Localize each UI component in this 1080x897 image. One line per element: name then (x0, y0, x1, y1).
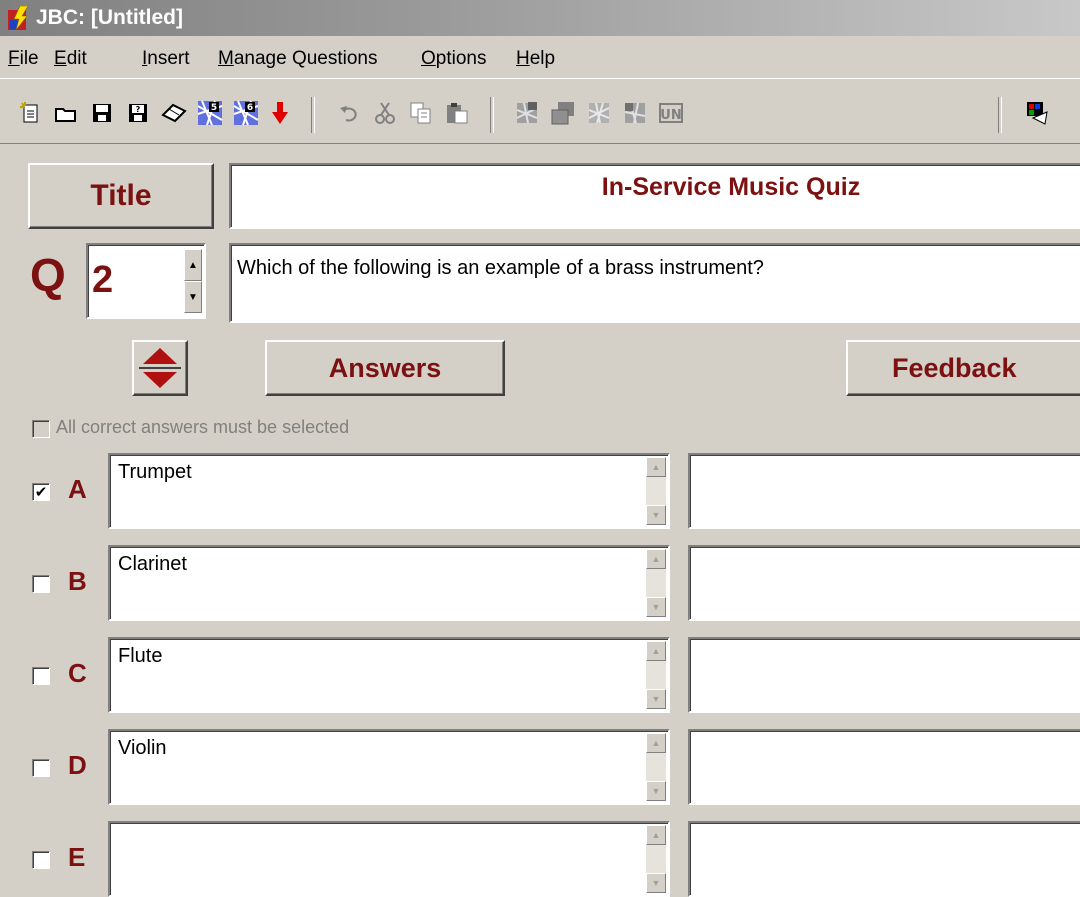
feedback-text-field[interactable] (688, 729, 1080, 805)
question-number-spinner[interactable]: 2 ▲ ▼ (86, 243, 206, 319)
answer-correct-checkbox[interactable] (32, 759, 50, 777)
export-5-icon[interactable]: 5 (196, 99, 224, 127)
menu-options[interactable]: Options (421, 48, 486, 70)
scroll-down-icon[interactable]: ▼ (646, 873, 666, 893)
menu-insert[interactable]: Insert (142, 48, 190, 70)
scroll-down-icon[interactable]: ▼ (646, 597, 666, 617)
scroll-down-icon[interactable]: ▼ (646, 781, 666, 801)
feedback-text-field[interactable] (688, 637, 1080, 713)
toolbar-separator (311, 97, 315, 133)
toolbar-separator (998, 97, 1002, 133)
answer-scrollbar[interactable]: ▲ ▼ (646, 825, 666, 893)
all-correct-checkbox[interactable] (32, 420, 50, 438)
answer-text-field[interactable]: Flute ▲ ▼ (108, 637, 670, 713)
scroll-up-icon[interactable]: ▲ (646, 457, 666, 477)
down-arrow-icon[interactable] (266, 99, 294, 127)
answer-text-field[interactable]: Clarinet ▲ ▼ (108, 545, 670, 621)
answer-scrollbar[interactable]: ▲ ▼ (646, 549, 666, 617)
title-bar: JBC: [Untitled] (0, 0, 1080, 36)
tool-c-icon[interactable] (585, 99, 613, 127)
answer-text-field[interactable]: ▲ ▼ (108, 821, 670, 897)
answer-text-field[interactable]: Trumpet ▲ ▼ (108, 453, 670, 529)
feedback-text (690, 455, 706, 467)
answer-letter: C (68, 658, 87, 688)
tool-e-icon[interactable]: UN (657, 99, 685, 127)
tool-f-icon[interactable] (1022, 99, 1050, 127)
menu-manage-questions[interactable]: Manage Questions (218, 48, 378, 70)
svg-text:6: 6 (247, 103, 253, 113)
feedback-text (690, 547, 706, 559)
tool-b-icon[interactable] (549, 99, 577, 127)
up-down-arrows-icon (139, 348, 181, 388)
answer-scrollbar[interactable]: ▲ ▼ (646, 641, 666, 709)
scroll-down-icon[interactable]: ▼ (646, 689, 666, 709)
toolbar: ? 5 6 UN (0, 78, 1080, 144)
feedback-text-field[interactable] (688, 545, 1080, 621)
toolbar-separator (490, 97, 494, 133)
answer-text-field[interactable]: Violin ▲ ▼ (108, 729, 670, 805)
answers-button[interactable]: Answers (265, 340, 505, 396)
scroll-up-icon[interactable]: ▲ (646, 825, 666, 845)
all-correct-label: All correct answers must be selected (56, 417, 350, 437)
svg-text:?: ? (136, 105, 141, 114)
answer-correct-checkbox[interactable] (32, 851, 50, 869)
scroll-down-icon[interactable]: ▼ (646, 505, 666, 525)
answer-correct-checkbox[interactable] (32, 667, 50, 685)
title-value: In-Service Music Quiz (601, 173, 861, 201)
copy-icon[interactable] (407, 99, 435, 127)
answer-text (110, 823, 126, 835)
question-text-field[interactable]: Which of the following is an example of … (229, 243, 1080, 323)
menu-edit[interactable]: Edit (54, 48, 87, 70)
scroll-up-icon[interactable]: ▲ (646, 549, 666, 569)
feedback-text (690, 639, 706, 651)
answer-text: Violin (118, 737, 167, 759)
question-spin-up[interactable]: ▲ (184, 249, 202, 281)
scroll-up-icon[interactable]: ▲ (646, 641, 666, 661)
cut-icon[interactable] (371, 99, 399, 127)
question-spin-down[interactable]: ▼ (184, 281, 202, 313)
new-file-icon[interactable] (16, 99, 44, 127)
question-text: Which of the following is an example of … (237, 257, 764, 279)
answer-letter: D (68, 750, 87, 780)
answer-correct-checkbox[interactable] (32, 575, 50, 593)
answer-scrollbar[interactable]: ▲ ▼ (646, 733, 666, 801)
menu-bar: File Edit Insert Manage Questions Option… (0, 36, 1080, 76)
export-6-icon[interactable]: 6 (232, 99, 260, 127)
menu-file[interactable]: File (8, 48, 39, 70)
answer-text: Trumpet (118, 461, 192, 483)
title-button[interactable]: Title (28, 163, 214, 229)
answer-scrollbar[interactable]: ▲ ▼ (646, 457, 666, 525)
undo-icon[interactable] (335, 99, 363, 127)
menu-help[interactable]: Help (516, 48, 555, 70)
app-icon (8, 6, 29, 30)
feedback-text (690, 823, 706, 835)
feedback-text-field[interactable] (688, 453, 1080, 529)
svg-text:5: 5 (211, 103, 217, 113)
feedback-text-field[interactable] (688, 821, 1080, 897)
answer-letter: A (68, 474, 87, 504)
reorder-answers-button[interactable] (132, 340, 188, 396)
scroll-up-icon[interactable]: ▲ (646, 733, 666, 753)
paste-icon[interactable] (443, 99, 471, 127)
answer-correct-checkbox[interactable]: ✔ (32, 483, 50, 501)
question-label: Q (30, 249, 66, 301)
question-number: 2 (92, 259, 114, 301)
svg-text:UN: UN (660, 108, 681, 123)
title-field[interactable]: In-Service Music Quiz (229, 163, 1080, 229)
save-icon[interactable] (88, 99, 116, 127)
open-folder-icon[interactable] (52, 99, 80, 127)
tool-a-icon[interactable] (513, 99, 541, 127)
window-title: JBC: [Untitled] (36, 6, 183, 29)
answer-letter: E (68, 842, 86, 872)
feedback-button[interactable]: Feedback (846, 340, 1080, 396)
answer-text: Flute (118, 645, 163, 667)
answer-letter: B (68, 566, 87, 596)
feedback-text (690, 731, 706, 743)
answer-text: Clarinet (118, 553, 187, 575)
save-as-icon[interactable]: ? (124, 99, 152, 127)
eraser-icon[interactable] (160, 99, 188, 127)
tool-d-icon[interactable] (621, 99, 649, 127)
